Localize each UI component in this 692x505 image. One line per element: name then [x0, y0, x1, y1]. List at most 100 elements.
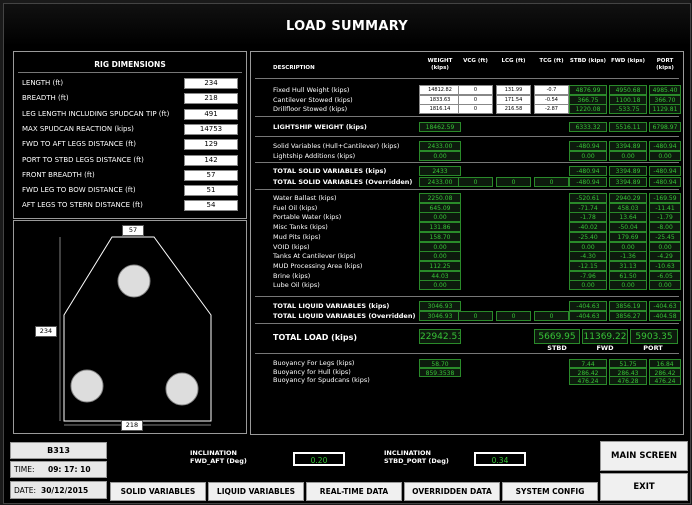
table-divider [255, 136, 679, 137]
page-title: LOAD SUMMARY [4, 4, 690, 46]
buoyancy-label: Buoyancy for Spudcans (kips) [273, 376, 370, 385]
cell-weight: 2433.00 [419, 177, 461, 187]
date-label: DATE: [14, 486, 37, 495]
row-label: VOID (kips) [273, 242, 310, 251]
row-label: LIGHTSHIP WEIGHT (kips) [273, 123, 367, 131]
cell-weight: 1833.63 [419, 94, 461, 105]
row-label: Drillfloor Stowed (kips) [273, 105, 348, 113]
header-lcg: LCG (ft) [501, 58, 526, 64]
row-label: Lightship Additions (kips) [273, 152, 356, 160]
main-screen-button[interactable]: MAIN SCREEN [600, 441, 688, 471]
rig-dimensions-panel: RIG DIMENSIONS LENGTH (ft) 234 BREADTH (ft… [13, 51, 247, 219]
cell-vcg: 0 [458, 94, 493, 105]
header-fwd: FWD (kips) [610, 58, 646, 64]
cell-lcg: 0 [496, 177, 531, 187]
inclination-fwd-value: 0.20 [293, 452, 345, 466]
cell-stbd: -404.63 [569, 311, 607, 321]
header-weight: WEIGHT (kips) [427, 58, 453, 71]
cell-stbd: -25.40 [569, 231, 607, 242]
inclination-stbd-label: INCLINATION STBD_PORT (Deg) [384, 449, 449, 465]
row-label: Brine (kips) [273, 271, 311, 280]
row-label: TOTAL SOLID VARIABLES (Overridden) [273, 178, 413, 186]
cell-weight: 0.00 [419, 241, 461, 252]
cell-port: -4.29 [649, 251, 681, 262]
total-load-label: TOTAL LOAD (kips) [273, 333, 358, 342]
cell-port: -169.59 [649, 193, 681, 203]
rig-dimension-value[interactable]: 491 [184, 108, 238, 120]
rig-dimension-label: BREADTH (ft) [22, 94, 69, 103]
cell-stbd: -40.02 [569, 222, 607, 233]
cell-port: 4985.40 [649, 85, 681, 95]
cell-port: 0.00 [649, 241, 681, 252]
cell-fwd: 3856.19 [609, 301, 647, 311]
cell-vcg: 0 [458, 177, 493, 187]
cell-weight: 112.25 [419, 260, 461, 271]
cell-stbd: -1.78 [569, 212, 607, 223]
cell-weight: 58.70 [419, 359, 461, 368]
cell-stbd: -404.63 [569, 301, 607, 311]
cell-stbd: 1220.08 [569, 104, 607, 114]
total-col-stbd: STBD [547, 344, 567, 352]
cell-fwd: 51.75 [609, 359, 647, 368]
cell-weight: 18462.59 [419, 122, 461, 132]
system-config-button[interactable]: SYSTEM CONFIG [502, 482, 598, 501]
cell-fwd: -1.36 [609, 251, 647, 262]
cell-weight: 131.86 [419, 222, 461, 233]
cell-fwd: 0.00 [609, 241, 647, 252]
cell-tcg: -0.7 [534, 85, 569, 95]
cell-weight: 14812.82 [419, 85, 461, 95]
cell-stbd: 476.24 [569, 376, 607, 386]
cell-fwd: 179.69 [609, 231, 647, 242]
total-load-weight: 22942.53 [419, 329, 461, 344]
rig-dimension-value[interactable]: 57 [184, 169, 238, 181]
rig-dimension-value[interactable]: 14753 [184, 123, 238, 135]
cell-tcg: 0 [534, 311, 569, 321]
cell-fwd: 3394.89 [609, 141, 647, 151]
cell-stbd: 6333.32 [569, 122, 607, 132]
rig-dimension-value[interactable]: 142 [184, 154, 238, 166]
rig-dimension-value[interactable]: 218 [184, 93, 238, 105]
cell-port: -404.63 [649, 301, 681, 311]
rig-dimension-value[interactable]: 51 [184, 185, 238, 197]
row-label: TOTAL LIQUID VARIABLES (Overridden) [273, 312, 416, 320]
overridden-data-button[interactable]: OVERRIDDEN DATA [404, 482, 500, 501]
table-divider [255, 162, 679, 163]
cell-stbd: -71.74 [569, 202, 607, 213]
solid-variables-button[interactable]: SOLID VARIABLES [110, 482, 206, 501]
cell-fwd: 0.00 [609, 280, 647, 291]
table-divider [255, 353, 679, 354]
cell-vcg: 0 [458, 104, 493, 114]
rig-dimension-label: LENGTH (ft) [22, 79, 64, 87]
cell-fwd: 3394.89 [609, 166, 647, 176]
cell-fwd: 286.43 [609, 367, 647, 377]
cell-tcg: 0 [534, 177, 569, 187]
header-description: DESCRIPTION [273, 65, 315, 71]
load-table: DESCRIPTION WEIGHT (kips) VCG (ft) LCG (ft)… [251, 52, 683, 434]
cell-stbd: 0.00 [569, 241, 607, 252]
cell-tcg: -0.54 [534, 94, 569, 105]
rig-dimension-value[interactable]: 129 [184, 139, 238, 151]
cell-fwd: 3856.27 [609, 311, 647, 321]
diagram-bottom-dimension: 218 [121, 420, 143, 431]
real-time-data-button[interactable]: REAL-TIME DATA [306, 482, 402, 501]
cell-fwd: 458.03 [609, 202, 647, 213]
cell-stbd: 286.42 [569, 367, 607, 377]
header-vcg: VCG (ft) [463, 58, 488, 64]
cell-port: 366.70 [649, 94, 681, 105]
cell-weight: 2433.00 [419, 141, 461, 151]
cell-vcg: 0 [458, 311, 493, 321]
cell-weight: 44.03 [419, 270, 461, 281]
cell-port: 16.84 [649, 359, 681, 368]
diagram-top-dimension: 57 [122, 225, 144, 236]
cell-fwd: 5516.11 [609, 122, 647, 132]
cell-port: 1129.81 [649, 104, 681, 114]
total-col-fwd: FWD [596, 344, 614, 352]
row-label: Portable Water (kips) [273, 213, 342, 222]
liquid-variables-button[interactable]: LIQUID VARIABLES [208, 482, 304, 501]
rig-dimension-value[interactable]: 54 [184, 200, 238, 212]
cell-fwd: 1100.18 [609, 94, 647, 105]
rig-dimension-value[interactable]: 234 [184, 78, 238, 89]
cell-port: 0.00 [649, 280, 681, 291]
exit-button[interactable]: EXIT [600, 473, 688, 501]
cell-stbd: 4876.99 [569, 85, 607, 95]
